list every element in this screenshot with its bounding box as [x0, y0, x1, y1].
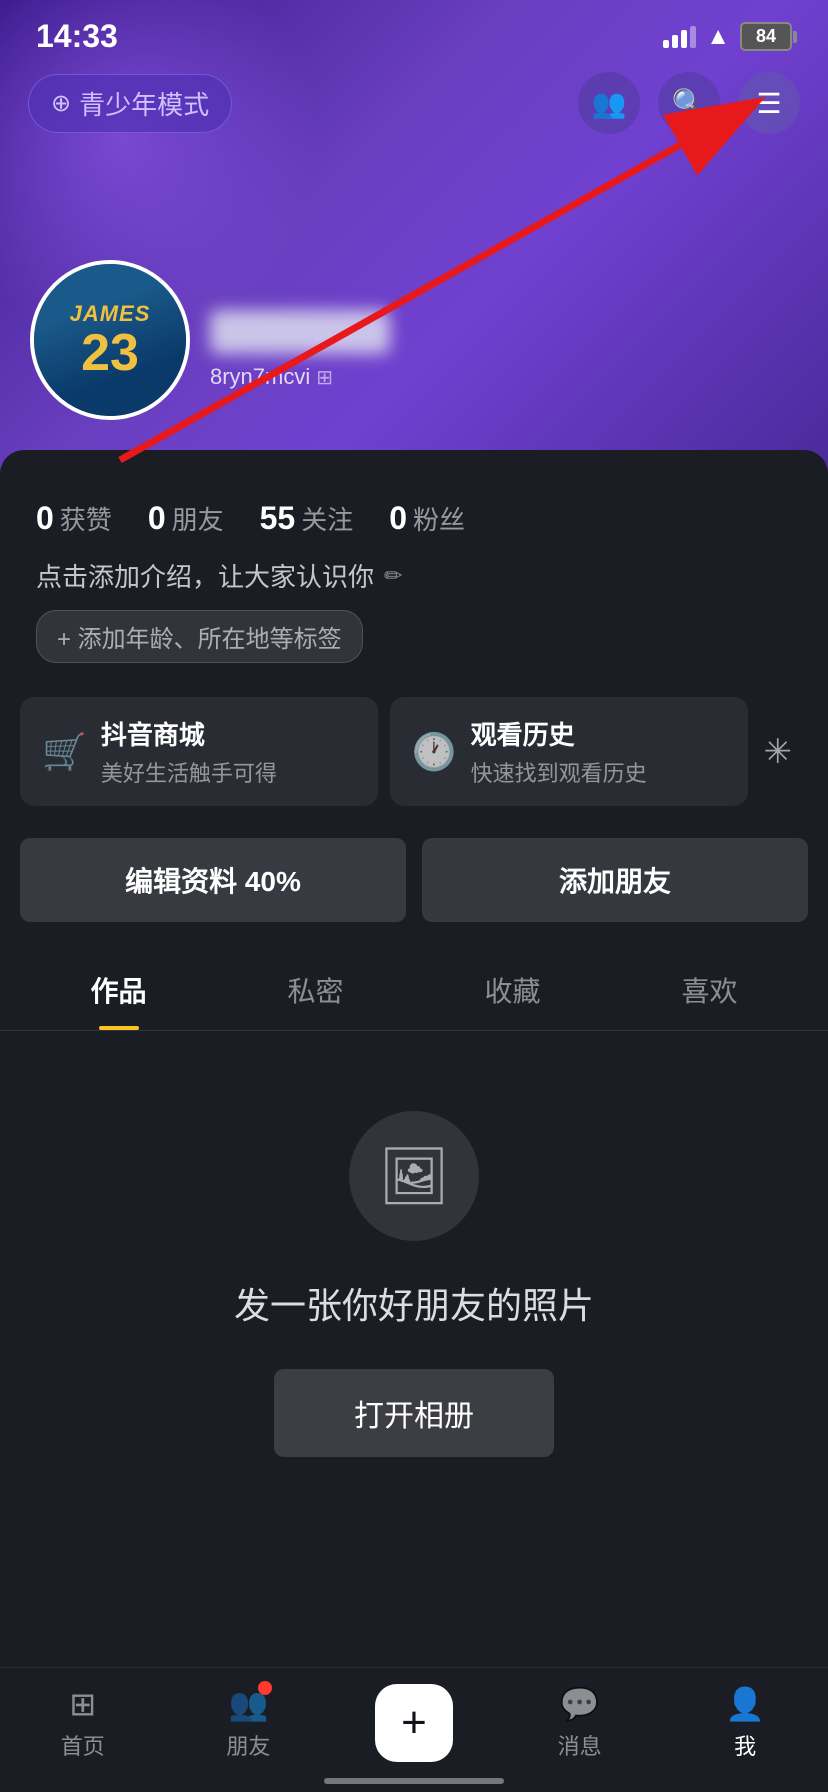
create-button[interactable]: +	[375, 1684, 453, 1762]
tags-row: + 添加年龄、所在地等标签	[36, 610, 792, 663]
search-icon: 🔍	[672, 87, 707, 120]
tab-works-label: 作品	[90, 976, 146, 1007]
nav-item-profile[interactable]: 👤 我	[662, 1685, 828, 1761]
tab-likes[interactable]: 喜欢	[611, 946, 808, 1030]
nav-label-friends: 朋友	[226, 1729, 270, 1761]
tab-works[interactable]: 作品	[20, 946, 217, 1030]
bio-placeholder: 点击添加介绍，让大家认识你	[36, 557, 374, 594]
nav-item-messages[interactable]: 💬 消息	[497, 1685, 663, 1761]
username-area: 8ryn7mcvi ⊞	[210, 310, 768, 390]
home-indicator	[324, 1778, 504, 1784]
add-friend-label: 添加朋友	[559, 866, 671, 897]
friends-nav-wrap: 👥 朋友	[226, 1685, 270, 1761]
open-album-button[interactable]: 打开相册	[274, 1369, 554, 1457]
open-album-label: 打开相册	[354, 1400, 474, 1433]
following-label: 关注	[301, 500, 353, 537]
stat-likes: 0 获赞	[36, 500, 112, 537]
stats-row: 0 获赞 0 朋友 55 关注 0 粉丝	[0, 470, 828, 557]
asterisk-icon: ✳	[764, 733, 793, 771]
edit-profile-button[interactable]: 编辑资料 40%	[20, 838, 406, 922]
tab-private[interactable]: 私密	[217, 946, 414, 1030]
likes-label: 获赞	[60, 500, 112, 537]
quick-link-more-button[interactable]: ✳	[748, 714, 809, 790]
battery-indicator: 84	[740, 22, 792, 51]
friends-notification-dot	[258, 1681, 272, 1695]
action-buttons: 编辑资料 40% 添加朋友	[0, 822, 828, 942]
nav-label-profile: 我	[734, 1729, 756, 1761]
stat-followers: 0 粉丝	[389, 500, 465, 537]
profile-nav-icon: 👤	[725, 1685, 765, 1723]
messages-nav-icon: 💬	[560, 1685, 600, 1723]
history-text: 观看历史 快速找到观看历史	[471, 715, 647, 788]
bottom-spacer	[0, 1517, 828, 1677]
tab-likes-label: 喜欢	[681, 976, 737, 1007]
shield-icon: ⊕	[51, 89, 71, 118]
status-bar: 14:33 ▲ 84	[0, 0, 828, 65]
likes-count: 0	[36, 500, 54, 537]
quick-link-history[interactable]: 🕐 观看历史 快速找到观看历史	[390, 697, 748, 806]
profile-avatar[interactable]: JAMES 23	[30, 260, 190, 420]
add-tag-label: + 添加年龄、所在地等标签	[57, 619, 342, 654]
add-tag-button[interactable]: + 添加年龄、所在地等标签	[36, 610, 363, 663]
stat-friends: 0 朋友	[148, 500, 224, 537]
username-blurred	[210, 310, 390, 354]
tab-private-label: 私密	[287, 976, 343, 1007]
nav-item-create[interactable]: +	[331, 1684, 497, 1762]
bio-text[interactable]: 点击添加介绍，让大家认识你 ✏	[36, 557, 792, 594]
empty-state: 🖼 发一张你好朋友的照片 打开相册	[0, 1031, 828, 1517]
followers-label: 粉丝	[413, 500, 465, 537]
hero-top-bar: ⊕ 青少年模式 👥 🔍 ☰	[0, 72, 828, 134]
edit-profile-label: 编辑资料	[125, 866, 245, 897]
profile-content: 0 获赞 0 朋友 55 关注 0 粉丝 点击添加介绍，让大家认识你 ✏	[0, 450, 828, 1677]
tab-favorites[interactable]: 收藏	[414, 946, 611, 1030]
empty-icon-circle: 🖼	[349, 1111, 479, 1241]
empty-title: 发一张你好朋友的照片	[234, 1277, 594, 1329]
hero-banner: 14:33 ▲ 84 ⊕ 青少年模式 👥	[0, 0, 828, 480]
photo-icon: 🖼	[378, 1143, 449, 1209]
edit-progress: 40%	[245, 866, 301, 897]
qr-icon: ⊞	[316, 365, 333, 390]
status-icons: ▲ 84	[663, 22, 792, 51]
shop-icon: 🛒	[42, 731, 87, 773]
history-title: 观看历史	[471, 715, 647, 752]
shop-title: 抖音商城	[101, 715, 277, 752]
friends-label: 朋友	[172, 500, 224, 537]
youth-mode-badge[interactable]: ⊕ 青少年模式	[28, 74, 232, 133]
nav-label-home: 首页	[61, 1729, 105, 1761]
avatar-inner: JAMES 23	[34, 264, 186, 416]
status-time: 14:33	[36, 18, 118, 55]
followers-count: 0	[389, 500, 407, 537]
friends-icon-button[interactable]: 👥	[578, 72, 640, 134]
search-icon-button[interactable]: 🔍	[658, 72, 720, 134]
following-count: 55	[260, 500, 296, 537]
jersey-number: 23	[81, 327, 139, 379]
nav-item-friends[interactable]: 👥 朋友	[166, 1685, 332, 1761]
add-friend-button[interactable]: 添加朋友	[422, 838, 808, 922]
people-icon: 👥	[592, 87, 627, 120]
home-icon: ⊞	[69, 1685, 96, 1723]
hamburger-icon: ☰	[756, 87, 781, 120]
shop-subtitle: 美好生活触手可得	[101, 756, 277, 788]
nav-item-home[interactable]: ⊞ 首页	[0, 1685, 166, 1761]
history-icon: 🕐	[412, 731, 457, 773]
tabs-row: 作品 私密 收藏 喜欢	[0, 946, 828, 1031]
wifi-icon: ▲	[706, 23, 730, 51]
quick-link-shop[interactable]: 🛒 抖音商城 美好生活触手可得	[20, 697, 378, 806]
history-subtitle: 快速找到观看历史	[471, 756, 647, 788]
edit-icon: ✏	[384, 563, 402, 589]
menu-icon-button[interactable]: ☰	[738, 72, 800, 134]
youth-mode-label: 青少年模式	[79, 85, 209, 122]
signal-icon	[663, 26, 696, 48]
bio-section: 点击添加介绍，让大家认识你 ✏ + 添加年龄、所在地等标签	[0, 557, 828, 681]
plus-icon: +	[401, 1698, 427, 1748]
stat-following[interactable]: 55 关注	[260, 500, 354, 537]
user-id: 8ryn7mcvi ⊞	[210, 364, 768, 390]
tab-favorites-label: 收藏	[484, 976, 540, 1007]
friends-count: 0	[148, 500, 166, 537]
nav-label-messages: 消息	[558, 1729, 602, 1761]
bottom-nav: ⊞ 首页 👥 朋友 + 💬 消息 👤 我	[0, 1667, 828, 1792]
hero-action-buttons: 👥 🔍 ☰	[578, 72, 800, 134]
quick-links: 🛒 抖音商城 美好生活触手可得 🕐 观看历史 快速找到观看历史 ✳	[0, 681, 828, 822]
shop-text: 抖音商城 美好生活触手可得	[101, 715, 277, 788]
